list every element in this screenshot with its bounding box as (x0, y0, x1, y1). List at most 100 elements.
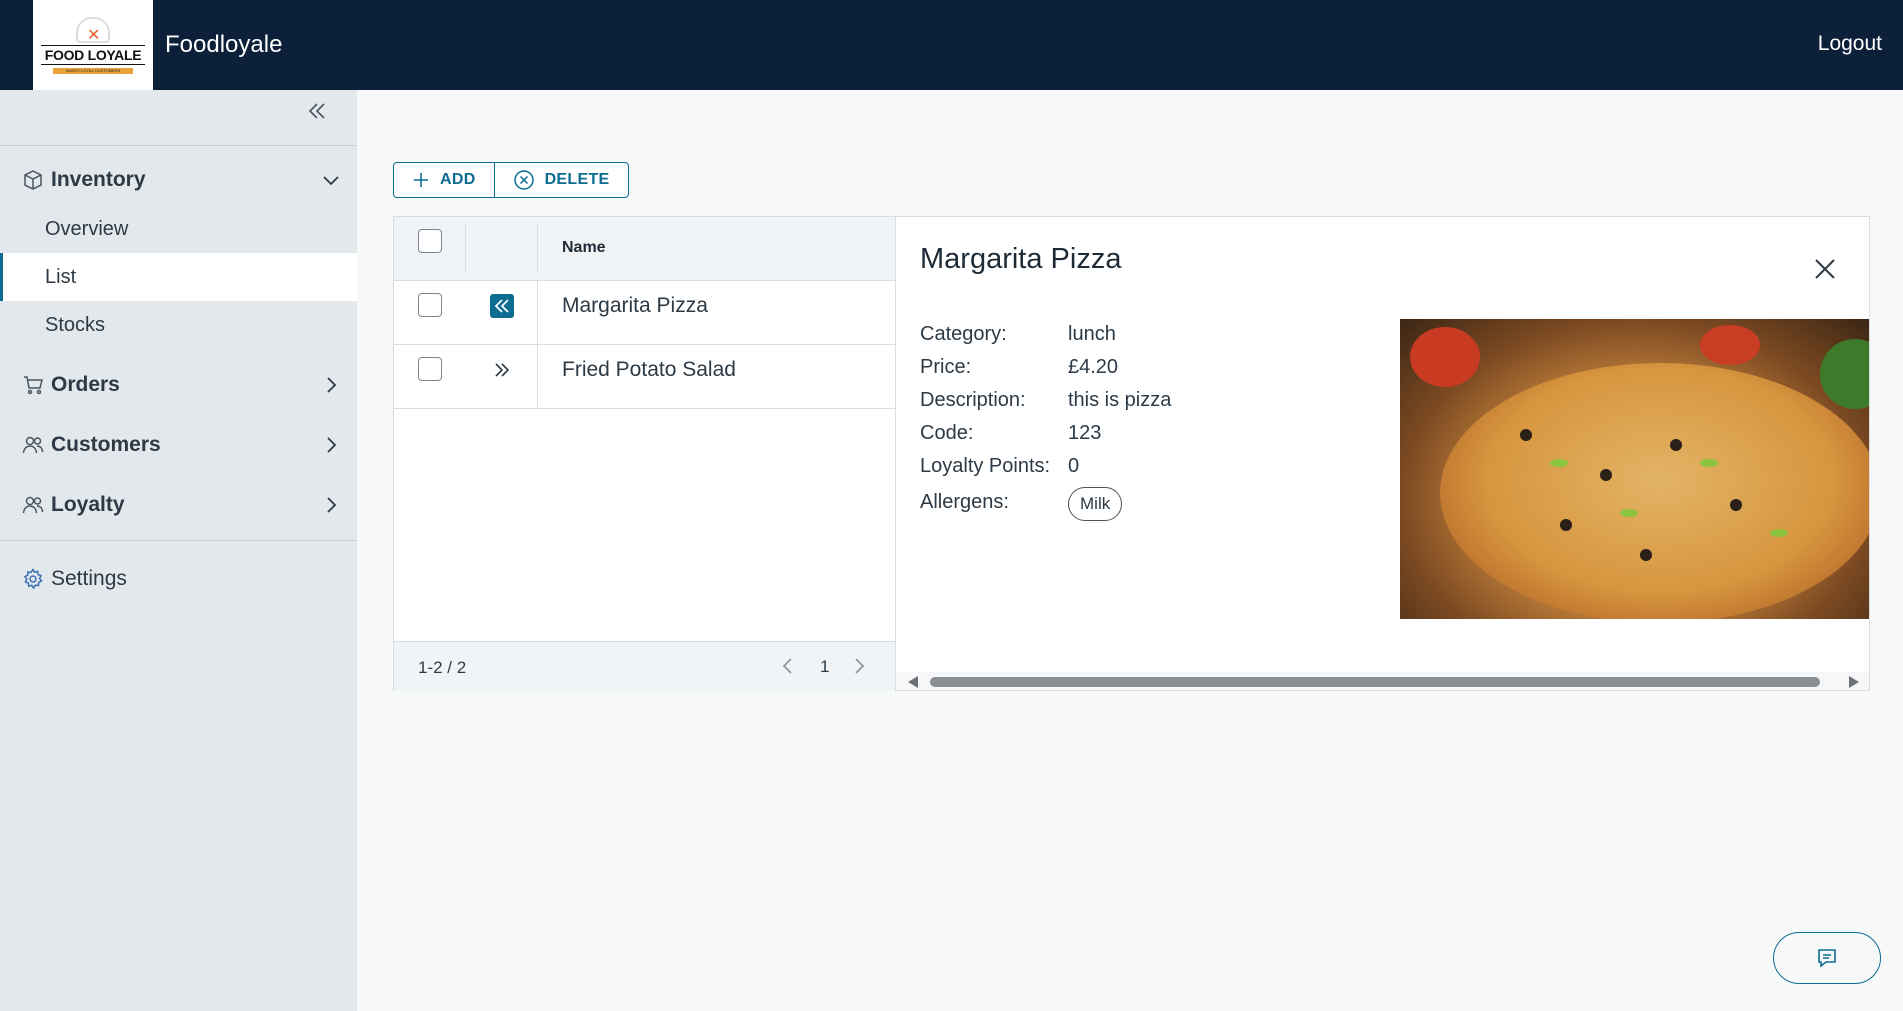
chevron-right-icon[interactable] (849, 656, 869, 676)
circle-x-icon (513, 170, 534, 190)
row-count: 1-2 / 2 (418, 658, 467, 677)
logo-text: FOOD LOYALE (40, 44, 146, 65)
app-header: FOOD LOYALE INVEST LOYAL CUSTOMERS Foodl… (0, 0, 1903, 90)
sidebar-item-customers[interactable]: Customers (0, 423, 357, 467)
grid-footer: 1-2 / 2 1 (394, 641, 896, 691)
plus-icon (414, 173, 428, 187)
field-value-loyalty-points: 0 (1068, 455, 1080, 477)
lettuce-shape (1820, 339, 1869, 409)
chevron-right-icon (327, 497, 337, 513)
chat-bubble-icon (1818, 949, 1836, 968)
row-checkbox[interactable] (418, 293, 442, 317)
grid-toolbar: ADD DELETE (393, 162, 629, 198)
olive-shape (1600, 469, 1612, 481)
chevron-left-icon[interactable] (778, 656, 798, 676)
gear-icon (23, 568, 43, 590)
double-chevron-left-icon (308, 103, 325, 119)
pizza-shape (1440, 363, 1869, 619)
table-row[interactable]: Fried Potato Salad (394, 345, 896, 409)
field-value-category: lunch (1068, 323, 1116, 345)
horizontal-scrollbar[interactable] (896, 672, 1869, 690)
items-grid: Name Margarita Pizza Fried Potato Salad … (393, 216, 896, 691)
pepper-shape (1700, 459, 1718, 467)
chevron-right-icon (327, 377, 337, 393)
logout-button[interactable]: Logout (1818, 32, 1882, 56)
tomato-shape (1410, 327, 1480, 387)
column-separator (537, 281, 538, 345)
details-title: Margarita Pizza (920, 243, 1122, 275)
field-label-code: Code: (920, 422, 974, 444)
users-heart-icon (22, 496, 44, 514)
field-value-price: £4.20 (1068, 356, 1119, 378)
scroll-right-arrow[interactable] (1849, 676, 1859, 688)
field-value-code: 123 (1068, 422, 1102, 444)
field-value-description: this is pizza (1068, 389, 1172, 411)
sidebar-item-settings[interactable]: Settings (0, 557, 357, 601)
chevron-right-icon (327, 437, 337, 453)
sidebar-item-inventory[interactable]: Inventory (0, 158, 357, 202)
olive-shape (1640, 549, 1652, 561)
sidebar-item-label: Inventory (51, 168, 146, 191)
app-logo[interactable]: FOOD LOYALE INVEST LOYAL CUSTOMERS (33, 0, 153, 90)
expand-details-button[interactable] (490, 358, 514, 382)
column-separator (537, 225, 538, 273)
olive-shape (1520, 429, 1532, 441)
sidebar-item-label: Loyalty (51, 493, 125, 516)
field-label-category: Category: (920, 323, 1007, 345)
sidebar-divider (0, 145, 357, 146)
pepper-shape (1620, 509, 1638, 517)
users-icon (22, 436, 44, 454)
item-details-panel: Margarita Pizza Category: lunch Price: £… (895, 216, 1870, 691)
double-chevron-right-icon (495, 363, 510, 377)
close-icon[interactable] (1811, 255, 1839, 283)
sidebar: Inventory Overview List Stocks Orders Cu… (0, 90, 357, 1011)
field-label-price: Price: (920, 356, 972, 378)
allergen-chip: Milk (1068, 487, 1123, 521)
logo-tagline: INVEST LOYAL CUSTOMERS (53, 67, 133, 74)
double-chevron-left-icon (494, 299, 509, 313)
scroll-left-arrow[interactable] (908, 676, 918, 688)
sidebar-subitem-label: Stocks (45, 313, 106, 336)
delete-button[interactable]: DELETE (493, 163, 628, 197)
add-button[interactable]: ADD (394, 163, 494, 197)
chef-hat-icon (76, 16, 110, 43)
column-header-name[interactable]: Name (562, 239, 606, 257)
row-name-cell: Margarita Pizza (562, 294, 708, 317)
sidebar-subitem-list[interactable]: List (0, 253, 357, 301)
row-checkbox[interactable] (418, 357, 442, 381)
scrollbar-thumb[interactable] (930, 677, 1820, 687)
chat-button[interactable] (1773, 932, 1881, 984)
delete-button-label: DELETE (544, 171, 610, 188)
sidebar-divider (0, 540, 357, 541)
row-name-cell: Fried Potato Salad (562, 358, 736, 381)
collapse-details-button[interactable] (490, 294, 514, 318)
sidebar-item-label: Settings (51, 567, 127, 590)
sidebar-subitem-label: List (45, 265, 77, 288)
olive-shape (1730, 499, 1742, 511)
column-separator (537, 345, 538, 409)
cart-icon (24, 376, 43, 395)
chevron-down-icon (323, 176, 339, 186)
pepper-shape (1770, 529, 1788, 537)
item-image (1400, 319, 1869, 619)
tomato-shape (1700, 325, 1760, 365)
sidebar-subitem-label: Overview (45, 217, 129, 240)
field-label-loyalty-points: Loyalty Points: (920, 455, 1051, 477)
box-icon (24, 170, 42, 190)
app-title: Foodloyale (165, 31, 283, 58)
olive-shape (1560, 519, 1572, 531)
select-all-checkbox[interactable] (418, 229, 442, 253)
pepper-shape (1550, 459, 1568, 467)
sidebar-item-label: Orders (51, 373, 120, 396)
collapse-sidebar-button[interactable] (302, 100, 332, 130)
grid-header: Name (394, 217, 896, 281)
add-button-label: ADD (440, 171, 476, 188)
sidebar-item-loyalty[interactable]: Loyalty (0, 483, 357, 527)
sidebar-subitem-stocks[interactable]: Stocks (0, 301, 357, 349)
table-row[interactable]: Margarita Pizza (394, 281, 896, 345)
field-label-description: Description: (920, 389, 1026, 411)
olive-shape (1670, 439, 1682, 451)
sidebar-item-orders[interactable]: Orders (0, 363, 357, 407)
sidebar-subitem-overview[interactable]: Overview (0, 205, 357, 253)
sidebar-item-label: Customers (51, 433, 161, 456)
